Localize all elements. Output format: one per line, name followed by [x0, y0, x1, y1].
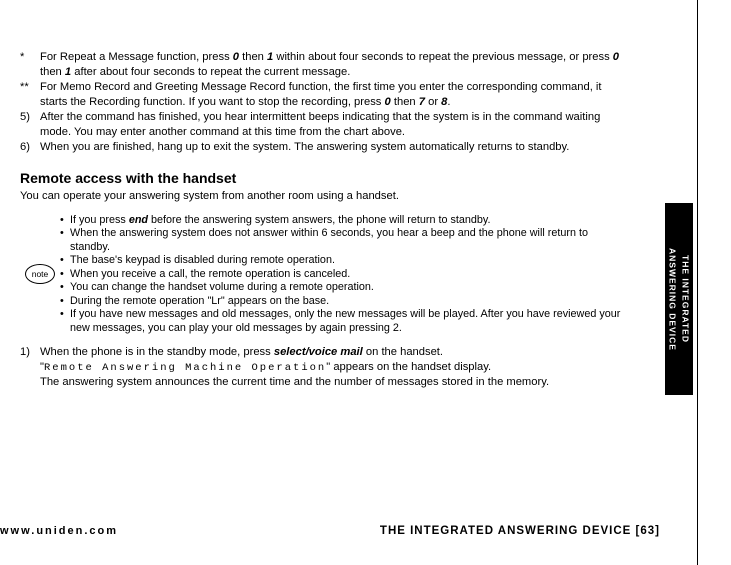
bullet-icon: •: [60, 308, 70, 335]
bullet-icon: •: [60, 268, 70, 281]
note-item: •If you have new messages and old messag…: [60, 308, 630, 335]
note-item: •During the remote operation "Lr" appear…: [60, 295, 630, 308]
page-footer: www.uniden.com THE INTEGRATED ANSWERING …: [0, 525, 660, 537]
step-6-label: 6): [20, 140, 40, 155]
note-text: If you press end before the answering sy…: [70, 214, 630, 227]
footer-url: www.uniden.com: [0, 525, 118, 537]
step-1: 1) When the phone is in the standby mode…: [20, 345, 630, 390]
page: * For Repeat a Message function, press 0…: [0, 0, 665, 565]
step-1-line2-tail: " appears on the handset display.: [326, 361, 491, 373]
note-text: When you receive a call, the remote oper…: [70, 268, 630, 281]
note-item: •You can change the handset volume durin…: [60, 281, 630, 294]
note-badge: note: [25, 264, 55, 284]
bullet-icon: •: [60, 227, 70, 254]
note-icon: note: [20, 214, 60, 335]
step-5-text: After the command has finished, you hear…: [40, 110, 630, 139]
note-item: •The base's keypad is disabled during re…: [60, 254, 630, 267]
bullet-icon: •: [60, 281, 70, 294]
step-1-display-text: Remote Answering Machine Operation: [44, 362, 326, 374]
right-divider: [697, 0, 698, 565]
note-list: •If you press end before the answering s…: [60, 214, 630, 335]
note-item: •When the answering system does not answ…: [60, 227, 630, 254]
step-1-label: 1): [20, 345, 40, 390]
step-1-line1: When the phone is in the standby mode, p…: [40, 345, 630, 360]
footer-title: THE INTEGRATED ANSWERING DEVICE [63]: [380, 525, 660, 537]
step-5: 5) After the command has finished, you h…: [20, 110, 630, 139]
side-tab-line2: ANSWERING DEVICE: [668, 248, 678, 351]
section-heading: Remote access with the handset: [20, 169, 630, 187]
footnote-star-text: For Repeat a Message function, press 0 t…: [40, 50, 630, 79]
step-1-body: When the phone is in the standby mode, p…: [40, 345, 630, 390]
footnote-star-label: *: [20, 50, 40, 79]
footnote-doublestar-label: **: [20, 80, 40, 109]
step-5-label: 5): [20, 110, 40, 139]
note-text: You can change the handset volume during…: [70, 281, 630, 294]
note-text: The base's keypad is disabled during rem…: [70, 254, 630, 267]
note-item: •When you receive a call, the remote ope…: [60, 268, 630, 281]
side-tab-line1: THE INTEGRATED: [681, 255, 691, 343]
step-6: 6) When you are finished, hang up to exi…: [20, 140, 630, 155]
note-text: During the remote operation "Lr" appears…: [70, 295, 630, 308]
step-1-line2: "Remote Answering Machine Operation" app…: [40, 360, 630, 376]
footnote-doublestar-text: For Memo Record and Greeting Message Rec…: [40, 80, 630, 109]
note-text: When the answering system does not answe…: [70, 227, 630, 254]
note-text: If you have new messages and old message…: [70, 308, 630, 335]
note-item: •If you press end before the answering s…: [60, 214, 630, 227]
bullet-icon: •: [60, 214, 70, 227]
step-6-text: When you are finished, hang up to exit t…: [40, 140, 630, 155]
note-block: note •If you press end before the answer…: [20, 214, 630, 335]
bullet-icon: •: [60, 254, 70, 267]
content-block: * For Repeat a Message function, press 0…: [20, 50, 630, 391]
side-tab: ANSWERING DEVICE THE INTEGRATED: [665, 203, 693, 395]
step-1-line3: The answering system announces the curre…: [40, 375, 630, 390]
footnote-doublestar: ** For Memo Record and Greeting Message …: [20, 80, 630, 109]
footnote-star: * For Repeat a Message function, press 0…: [20, 50, 630, 79]
bullet-icon: •: [60, 295, 70, 308]
section-lead: You can operate your answering system fr…: [20, 189, 630, 204]
